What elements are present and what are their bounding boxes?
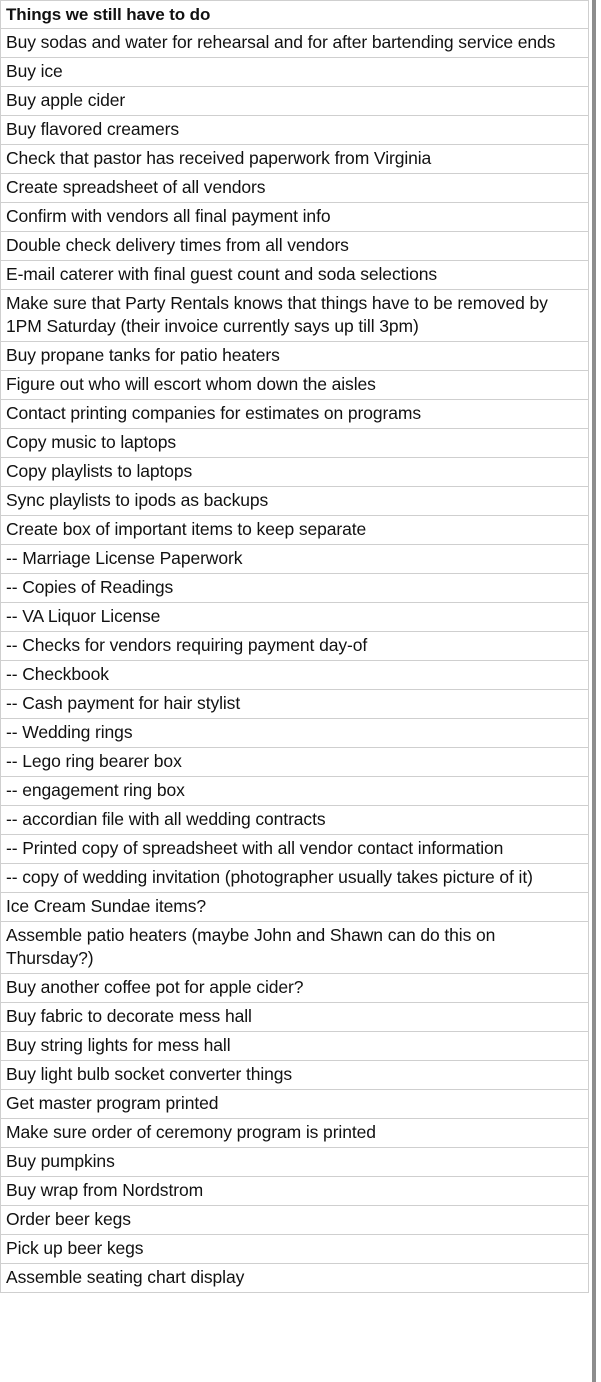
task-item: Contact printing companies for estimates… [0, 399, 589, 429]
right-edge-margin [596, 0, 601, 1382]
task-item: Sync playlists to ipods as backups [0, 486, 589, 516]
table-row[interactable]: Contact printing companies for estimates… [0, 399, 589, 429]
task-item: E-mail caterer with final guest count an… [0, 260, 589, 290]
table-row[interactable]: -- VA Liquor License [0, 602, 589, 632]
task-item: Assemble seating chart display [0, 1263, 589, 1293]
table-row[interactable]: -- Checkbook [0, 660, 589, 690]
task-item: -- accordian file with all wedding contr… [0, 805, 589, 835]
table-row[interactable]: Create spreadsheet of all vendors [0, 173, 589, 203]
task-item: -- copy of wedding invitation (photograp… [0, 863, 589, 893]
task-item: -- Marriage License Paperwork [0, 544, 589, 574]
table-row[interactable]: -- Wedding rings [0, 718, 589, 748]
table-row[interactable]: -- Printed copy of spreadsheet with all … [0, 834, 589, 864]
table-row[interactable]: Buy sodas and water for rehearsal and fo… [0, 28, 589, 58]
task-item: Create spreadsheet of all vendors [0, 173, 589, 203]
table-row[interactable]: Create box of important items to keep se… [0, 515, 589, 545]
task-item: -- Printed copy of spreadsheet with all … [0, 834, 589, 864]
task-item: Assemble patio heaters (maybe John and S… [0, 921, 589, 974]
task-item: Make sure that Party Rentals knows that … [0, 289, 589, 342]
task-item: Pick up beer kegs [0, 1234, 589, 1264]
task-item: -- Checks for vendors requiring payment … [0, 631, 589, 661]
table-row[interactable]: -- engagement ring box [0, 776, 589, 806]
table-row[interactable]: Double check delivery times from all ven… [0, 231, 589, 261]
task-item: Get master program printed [0, 1089, 589, 1119]
task-item: Double check delivery times from all ven… [0, 231, 589, 261]
todo-table: Things we still have to do Buy sodas and… [0, 0, 589, 1293]
table-row[interactable]: Order beer kegs [0, 1205, 589, 1235]
task-item: Buy wrap from Nordstrom [0, 1176, 589, 1206]
table-row[interactable]: Buy flavored creamers [0, 115, 589, 145]
table-row[interactable]: -- Marriage License Paperwork [0, 544, 589, 574]
task-item: Buy fabric to decorate mess hall [0, 1002, 589, 1032]
task-item: Buy light bulb socket converter things [0, 1060, 589, 1090]
todo-table-body: Things we still have to do Buy sodas and… [0, 0, 589, 1293]
table-row[interactable]: -- Cash payment for hair stylist [0, 689, 589, 719]
task-item: Buy propane tanks for patio heaters [0, 341, 589, 371]
table-row[interactable]: Pick up beer kegs [0, 1234, 589, 1264]
task-item: Copy playlists to laptops [0, 457, 589, 487]
task-item: Ice Cream Sundae items? [0, 892, 589, 922]
task-item: Buy sodas and water for rehearsal and fo… [0, 28, 589, 58]
table-row[interactable]: Confirm with vendors all final payment i… [0, 202, 589, 232]
task-item: -- Wedding rings [0, 718, 589, 748]
table-row[interactable]: Assemble patio heaters (maybe John and S… [0, 921, 589, 974]
task-item: Buy ice [0, 57, 589, 87]
table-row[interactable]: -- Lego ring bearer box [0, 747, 589, 777]
table-row[interactable]: Buy wrap from Nordstrom [0, 1176, 589, 1206]
task-item: -- Checkbook [0, 660, 589, 690]
task-item: Buy pumpkins [0, 1147, 589, 1177]
task-item: Create box of important items to keep se… [0, 515, 589, 545]
task-item: Order beer kegs [0, 1205, 589, 1235]
task-item: Copy music to laptops [0, 428, 589, 458]
task-item: Buy string lights for mess hall [0, 1031, 589, 1061]
table-row[interactable]: Buy string lights for mess hall [0, 1031, 589, 1061]
task-item: Buy apple cider [0, 86, 589, 116]
table-row[interactable]: -- copy of wedding invitation (photograp… [0, 863, 589, 893]
task-item: Confirm with vendors all final payment i… [0, 202, 589, 232]
table-row[interactable]: Make sure that Party Rentals knows that … [0, 289, 589, 342]
table-row[interactable]: E-mail caterer with final guest count an… [0, 260, 589, 290]
task-item: Buy another coffee pot for apple cider? [0, 973, 589, 1003]
table-row[interactable]: Copy playlists to laptops [0, 457, 589, 487]
table-row[interactable]: Buy light bulb socket converter things [0, 1060, 589, 1090]
table-row[interactable]: -- Checks for vendors requiring payment … [0, 631, 589, 661]
table-row[interactable]: Buy pumpkins [0, 1147, 589, 1177]
task-item: -- Cash payment for hair stylist [0, 689, 589, 719]
table-header-row: Things we still have to do [0, 0, 589, 29]
table-row[interactable]: Check that pastor has received paperwork… [0, 144, 589, 174]
page-title: Things we still have to do [0, 0, 589, 29]
table-row[interactable]: -- Copies of Readings [0, 573, 589, 603]
table-row[interactable]: Get master program printed [0, 1089, 589, 1119]
table-row[interactable]: Sync playlists to ipods as backups [0, 486, 589, 516]
task-item: Make sure order of ceremony program is p… [0, 1118, 589, 1148]
task-item: Buy flavored creamers [0, 115, 589, 145]
table-row[interactable]: -- accordian file with all wedding contr… [0, 805, 589, 835]
table-row[interactable]: Make sure order of ceremony program is p… [0, 1118, 589, 1148]
task-item: -- engagement ring box [0, 776, 589, 806]
table-row[interactable]: Buy apple cider [0, 86, 589, 116]
table-row[interactable]: Assemble seating chart display [0, 1263, 589, 1293]
screenshot-root: Things we still have to do Buy sodas and… [0, 0, 601, 1382]
table-row[interactable]: Figure out who will escort whom down the… [0, 370, 589, 400]
table-row[interactable]: Buy ice [0, 57, 589, 87]
table-row[interactable]: Ice Cream Sundae items? [0, 892, 589, 922]
table-row[interactable]: Buy another coffee pot for apple cider? [0, 973, 589, 1003]
table-row[interactable]: Copy music to laptops [0, 428, 589, 458]
todo-list-container: Things we still have to do Buy sodas and… [0, 0, 589, 1382]
task-item: Figure out who will escort whom down the… [0, 370, 589, 400]
task-item: -- VA Liquor License [0, 602, 589, 632]
table-row[interactable]: Buy fabric to decorate mess hall [0, 1002, 589, 1032]
task-item: Check that pastor has received paperwork… [0, 144, 589, 174]
task-item: -- Lego ring bearer box [0, 747, 589, 777]
table-row[interactable]: Buy propane tanks for patio heaters [0, 341, 589, 371]
task-item: -- Copies of Readings [0, 573, 589, 603]
